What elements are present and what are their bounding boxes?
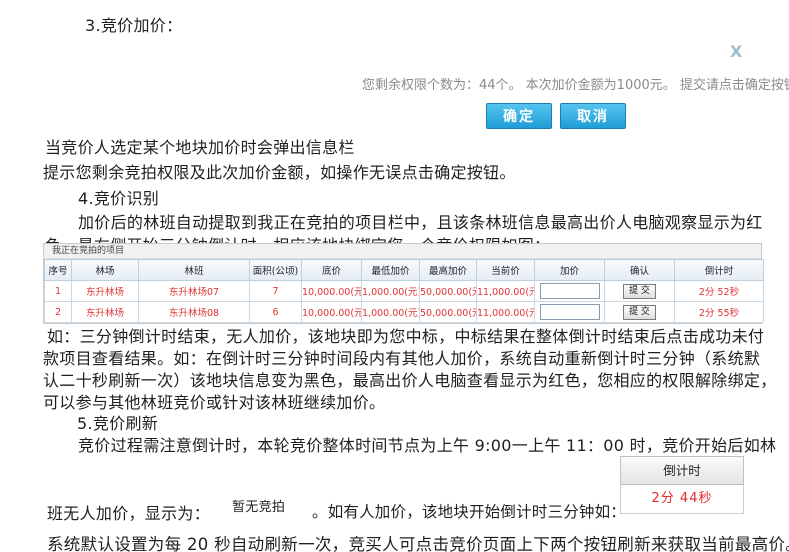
table-header-row: 序号 林场 林班 面积(公顷) 底价 最低加价 最高加价 当前价 加价 确认 倒… [45,260,764,281]
paragraph-line: 如：三分钟倒计时结束，无人加价，该地块即为您中标，中标结果在整体倒计时结束后点击… [47,323,764,347]
col-header-area: 面积(公顷) [250,260,302,281]
cell-confirm: 提 交 [605,302,675,323]
bid-input[interactable] [540,304,600,320]
cell-farm: 东升林场 [72,302,139,323]
countdown-header: 倒计时 [620,456,744,485]
cell-current-price: 11,000.00(元) [477,302,535,323]
cancel-button[interactable]: 取消 [560,103,626,129]
cell-farm: 东升林场 [72,281,139,302]
close-icon[interactable]: X [730,42,742,61]
table-row: 1 东升林场 东升林场07 7 10,000.00(元) 1,000.00(元)… [45,281,764,302]
cell-no: 1 [45,281,72,302]
col-header-block: 林班 [139,260,250,281]
cell-max-increment: 50,000.00(元) [420,281,477,302]
submit-button[interactable]: 提 交 [623,305,656,320]
no-bidding-label: 暂无竞拍 [232,496,285,515]
section3-heading: 3.竞价加价： [85,12,182,36]
bidding-table: 序号 林场 林班 面积(公顷) 底价 最低加价 最高加价 当前价 加价 确认 倒… [44,259,764,323]
paragraph-line: 班无人加价，显示为： [47,500,210,524]
dialog-message: 您剩余权限个数为：44个。 本次加价金额为1000元。 提交请点击确定按钮。 [362,74,789,93]
paragraph-line: 款项目查看结果。如：在倒计时三分钟时间段内有其他人加价，系统自动重新倒计时三分钟… [43,345,760,369]
cell-area: 7 [250,281,302,302]
col-header-max-increment: 最高加价 [420,260,477,281]
cell-bid [535,281,605,302]
countdown-widget: 倒计时 2分 44秒 [620,456,744,514]
paragraph-line: 加价后的林班自动提取到我正在竞拍的项目栏中，且该条林班信息最高出价人电脑观察显示… [78,209,763,233]
col-header-farm: 林场 [72,260,139,281]
paragraph: 提示您剩余竞拍权限及此次加价金额，如操作无误点击确定按钮。 [43,159,516,183]
cell-bid [535,302,605,323]
cell-block: 东升林场08 [139,302,250,323]
cell-confirm: 提 交 [605,281,675,302]
col-header-confirm: 确认 [605,260,675,281]
confirm-button[interactable]: 确定 [486,103,552,129]
cell-block: 东升林场07 [139,281,250,302]
cell-base-price: 10,000.00(元) [302,281,362,302]
my-bidding-projects-panel: 我正在竞拍的项目 序号 林场 林班 面积(公顷) 底价 最低加价 最高加价 当前… [43,243,762,324]
table-row: 2 东升林场 东升林场08 6 10,000.00(元) 1,000.00(元)… [45,302,764,323]
cell-max-increment: 50,000.00(元) [420,302,477,323]
cell-area: 6 [250,302,302,323]
cell-current-price: 11,000.00(元) [477,281,535,302]
cell-no: 2 [45,302,72,323]
cell-min-increment: 1,000.00(元) [362,302,420,323]
col-header-min-increment: 最低加价 [362,260,420,281]
cell-countdown: 2分 52秒 [675,281,764,302]
section4-heading: 4.竞价识别 [78,185,159,209]
countdown-value: 2分 44秒 [620,485,744,514]
manual-page: 3.竞价加价： X 您剩余权限个数为：44个。 本次加价金额为1000元。 提交… [0,0,789,552]
section5-heading: 5.竞价刷新 [77,410,158,434]
col-header-base-price: 底价 [302,260,362,281]
cell-countdown: 2分 55秒 [675,302,764,323]
col-header-countdown: 倒计时 [675,260,764,281]
col-header-current-price: 当前价 [477,260,535,281]
paragraph-line: 系统默认设置为每 20 秒自动刷新一次，竞买人可点击竞价页面上下两个按钮刷新来获… [47,531,789,552]
cell-base-price: 10,000.00(元) [302,302,362,323]
paragraph-line: 。如有人加价，该地块开始倒计时三分钟如： [312,500,626,522]
paragraph: 当竞价人选定某个地块加价时会弹出信息栏 [45,134,355,158]
table-title: 我正在竞拍的项目 [44,244,761,259]
paragraph-line: 竞价过程需注意倒计时，本轮竞价整体时间节点为上午 9:00一上午 11：00 时… [78,432,776,456]
col-header-no: 序号 [45,260,72,281]
cell-min-increment: 1,000.00(元) [362,281,420,302]
paragraph-line: 认二十秒刷新一次）该地块信息变为黑色，最高出价人电脑查看显示为红色，您相应的权限… [43,367,777,391]
col-header-bid: 加价 [535,260,605,281]
submit-button[interactable]: 提 交 [623,284,656,299]
bid-input[interactable] [540,283,600,299]
